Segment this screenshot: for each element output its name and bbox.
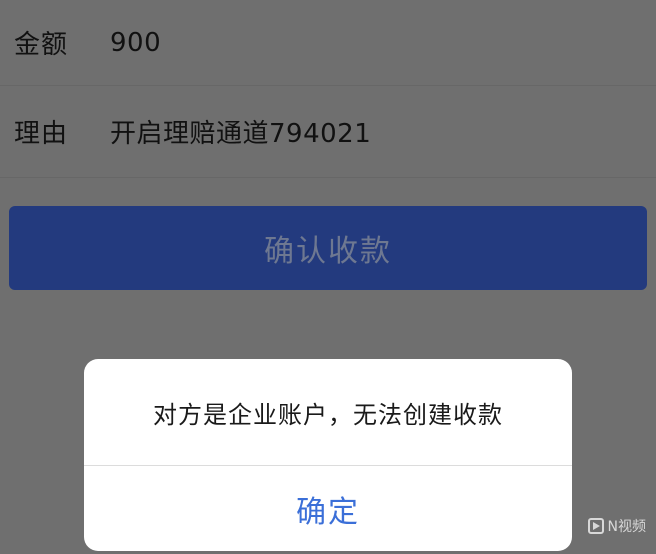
payment-screen: 金额 900 理由 开启理赔通道794021 确认收款 对方是企业账户，无法创建… bbox=[0, 0, 656, 554]
alert-dialog: 对方是企业账户，无法创建收款 确定 bbox=[84, 359, 572, 551]
reason-row: 理由 开启理赔通道794021 bbox=[0, 86, 656, 178]
amount-label: 金额 bbox=[14, 30, 69, 60]
watermark-text: N视频 bbox=[607, 519, 646, 535]
reason-label: 理由 bbox=[14, 119, 69, 149]
confirm-receipt-button[interactable]: 确认收款 bbox=[9, 206, 647, 290]
video-logo-icon bbox=[587, 518, 604, 534]
watermark: N视频 bbox=[587, 516, 646, 536]
dialog-message: 对方是企业账户，无法创建收款 bbox=[153, 400, 503, 429]
amount-value: 900 bbox=[110, 27, 162, 58]
amount-row: 金额 900 bbox=[0, 0, 656, 86]
reason-value: 开启理赔通道794021 bbox=[110, 119, 372, 149]
dialog-ok-button[interactable]: 确定 bbox=[84, 466, 572, 551]
